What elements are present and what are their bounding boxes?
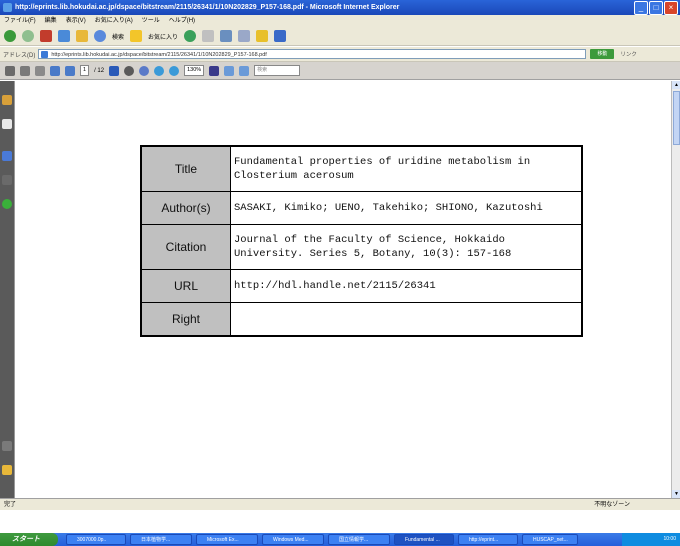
close-button[interactable]: × xyxy=(664,1,678,15)
print-pdf-icon[interactable] xyxy=(20,65,30,76)
menu-bar: ファイル(F) 編集 表示(V) お気に入り(A) ツール ヘルプ(H) xyxy=(0,15,680,27)
scroll-up-arrow[interactable]: ▲ xyxy=(672,81,680,89)
taskbar-item[interactable]: http://eprint... xyxy=(458,534,518,545)
menu-file[interactable]: ファイル(F) xyxy=(4,15,36,27)
page-total: / 12 xyxy=(94,67,105,74)
forward-icon[interactable] xyxy=(22,30,34,42)
authors-label: Author(s) xyxy=(140,190,231,225)
title-label: Title xyxy=(140,145,231,192)
save-icon[interactable] xyxy=(5,65,15,76)
how-to-icon[interactable] xyxy=(2,199,12,209)
history-icon[interactable] xyxy=(184,30,197,42)
clock: 10:00 xyxy=(663,536,676,542)
maximize-button[interactable]: □ xyxy=(649,1,663,15)
scroll-down-arrow[interactable]: ▼ xyxy=(672,490,680,498)
taskbar-item[interactable]: 日本植物学... xyxy=(130,534,192,545)
right-label: Right xyxy=(140,301,231,336)
minimize-button[interactable]: _ xyxy=(634,1,648,15)
scroll-thumb[interactable] xyxy=(673,91,680,145)
menu-help[interactable]: ヘルプ(H) xyxy=(169,15,195,27)
citation-value: Journal of the Faculty of Science, Hokka… xyxy=(230,223,583,270)
metadata-table: Title Fundamental properties of uridine … xyxy=(140,145,583,337)
mail-icon[interactable] xyxy=(202,30,215,42)
menu-edit[interactable]: 編集 xyxy=(45,15,57,27)
address-url: http://eprints.lib.hokudai.ac.jp/dspace/… xyxy=(51,52,267,58)
window-controls: _ □ × xyxy=(634,1,678,15)
stop-icon[interactable] xyxy=(40,30,52,42)
fit-page-icon[interactable] xyxy=(224,65,235,76)
search-button-label[interactable]: 検索 xyxy=(112,32,124,41)
url-label: URL xyxy=(140,268,231,303)
menu-favorites[interactable]: お気に入り(A) xyxy=(95,15,133,27)
taskbar-item[interactable]: 3007000.0p.. xyxy=(66,534,126,545)
address-input[interactable]: http://eprints.lib.hokudai.ac.jp/dspace/… xyxy=(38,49,587,59)
find-field[interactable]: 検索 xyxy=(254,65,301,76)
url-value[interactable]: http://hdl.handle.net/2115/26341 xyxy=(230,268,583,303)
lock-icon[interactable] xyxy=(2,95,12,105)
vertical-scrollbar[interactable]: ▲ ▼ xyxy=(671,81,680,498)
refresh-icon[interactable] xyxy=(58,30,70,42)
page-icon xyxy=(41,51,49,58)
go-button[interactable]: 移動 xyxy=(590,49,615,59)
back-icon[interactable] xyxy=(4,30,16,42)
windows-taskbar-area: スタート 3007000.0p.. 日本植物学... Microsoft Ex.… xyxy=(0,510,680,546)
signatures-icon[interactable] xyxy=(2,175,12,185)
taskbar-item[interactable]: 国立情報学... xyxy=(328,534,390,545)
folder-icon[interactable] xyxy=(256,30,269,42)
window-titlebar: http://eprints.lib.hokudai.ac.jp/dspace/… xyxy=(0,0,680,15)
select-tool-icon[interactable] xyxy=(109,65,120,76)
browser-toolbar: 検索 お気に入り xyxy=(0,27,680,46)
table-row: Title Fundamental properties of uridine … xyxy=(140,145,583,192)
table-row: Author(s) SASAKI, Kimiko; UENO, Takehiko… xyxy=(140,190,583,225)
taskbar-item[interactable]: Fundamental ... xyxy=(394,534,454,545)
right-value xyxy=(230,301,583,336)
zoom-field[interactable]: 130% xyxy=(184,65,205,76)
taskbar-item[interactable]: HUSCAP_net... xyxy=(522,534,578,545)
attachment-icon[interactable] xyxy=(2,441,12,451)
zoom-out-icon[interactable] xyxy=(154,65,165,76)
ie-icon xyxy=(3,3,12,12)
favorites-star-icon[interactable] xyxy=(130,30,143,42)
comments-icon[interactable] xyxy=(2,465,12,475)
menu-tools[interactable]: ツール xyxy=(142,15,160,27)
table-row: Citation Journal of the Faculty of Scien… xyxy=(140,223,583,270)
taskbar-item[interactable]: Windows Med... xyxy=(262,534,324,545)
zoom-tool-icon[interactable] xyxy=(139,65,150,76)
home-icon[interactable] xyxy=(76,30,88,42)
sign-icon[interactable] xyxy=(209,65,220,76)
hand-tool-icon[interactable] xyxy=(124,65,135,76)
address-label: アドレス(D) xyxy=(3,52,36,59)
taskbar: スタート 3007000.0p.. 日本植物学... Microsoft Ex.… xyxy=(0,533,680,546)
page-number-field[interactable]: 1 xyxy=(80,65,90,76)
edit-icon[interactable] xyxy=(238,30,251,42)
pages-icon[interactable] xyxy=(2,119,12,129)
table-row: URL http://hdl.handle.net/2115/26341 xyxy=(140,268,583,303)
search-icon[interactable] xyxy=(94,30,106,42)
start-button[interactable]: スタート xyxy=(0,533,58,546)
fit-width-icon[interactable] xyxy=(239,65,250,76)
zoom-in-icon[interactable] xyxy=(169,65,180,76)
system-tray: 10:00 xyxy=(622,533,680,546)
window-title: http://eprints.lib.hokudai.ac.jp/dspace/… xyxy=(15,4,400,11)
links-label[interactable]: リンク xyxy=(620,50,637,58)
title-value: Fundamental properties of uridine metabo… xyxy=(230,145,583,192)
pdf-navigation-sidebar xyxy=(0,81,14,498)
address-bar: アドレス(D) http://eprints.lib.hokudai.ac.jp… xyxy=(0,47,680,62)
taskbar-item[interactable]: Microsoft Ex... xyxy=(196,534,258,545)
favorites-button-label[interactable]: お気に入り xyxy=(148,32,178,41)
email-icon[interactable] xyxy=(35,65,45,76)
citation-label: Citation xyxy=(140,223,231,270)
pdf-toolbar: 1 / 12 130% 検索 xyxy=(0,62,680,80)
page-up-icon[interactable] xyxy=(50,65,60,76)
messenger-icon[interactable] xyxy=(274,30,287,42)
print-icon[interactable] xyxy=(220,30,233,42)
page-down-icon[interactable] xyxy=(65,65,75,76)
authors-value: SASAKI, Kimiko; UENO, Takehiko; SHIONO, … xyxy=(230,190,583,225)
menu-view[interactable]: 表示(V) xyxy=(66,15,86,27)
bookmarks-icon[interactable] xyxy=(2,151,12,161)
table-row: Right xyxy=(140,301,583,336)
